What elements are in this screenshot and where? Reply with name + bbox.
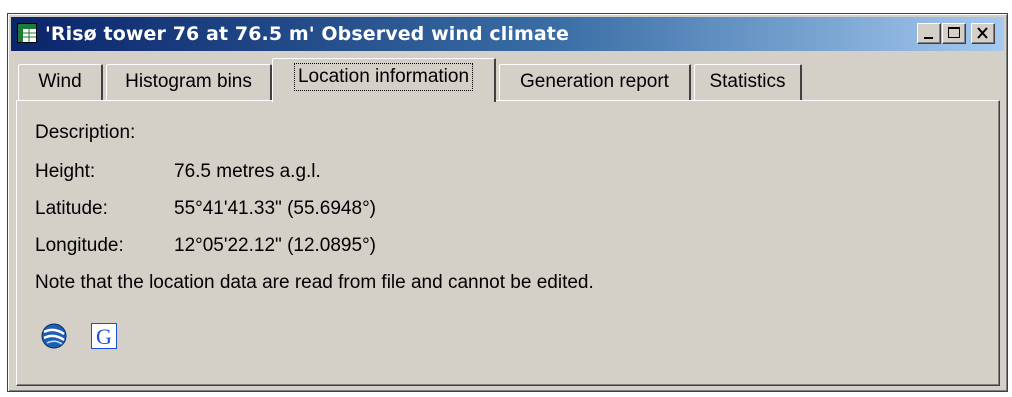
tab-location-information[interactable]: Location information xyxy=(272,58,496,102)
tab-wind[interactable]: Wind xyxy=(18,64,103,100)
latitude-value: 55°41'41.33" (55.6948°) xyxy=(174,198,376,219)
longitude-value: 12°05'22.12" (12.0895°) xyxy=(174,235,376,256)
description-label: Description: xyxy=(35,122,136,143)
minimize-button[interactable] xyxy=(917,23,941,44)
height-value: 76.5 metres a.g.l. xyxy=(174,161,321,182)
maximize-icon xyxy=(948,27,960,38)
google-maps-button[interactable]: G xyxy=(91,323,117,349)
tab-statistics[interactable]: Statistics xyxy=(694,64,802,100)
latitude-label: Latitude: xyxy=(35,198,108,219)
minimize-icon xyxy=(924,37,933,39)
table-icon[interactable] xyxy=(17,23,37,43)
google-earth-button[interactable] xyxy=(41,323,67,349)
maximize-button[interactable] xyxy=(942,23,966,44)
close-icon xyxy=(977,27,988,39)
height-label: Height: xyxy=(35,161,96,182)
observed-wind-climate-window: 'Risø tower 76 at 76.5 m' Observed wind … xyxy=(7,13,1008,392)
tab-histogram-bins[interactable]: Histogram bins xyxy=(106,64,272,100)
window-title: 'Risø tower 76 at 76.5 m' Observed wind … xyxy=(45,23,569,45)
tab-label: Generation report xyxy=(520,71,669,92)
google-g-glyph: G xyxy=(96,324,112,349)
title-bar[interactable]: 'Risø tower 76 at 76.5 m' Observed wind … xyxy=(11,17,1004,51)
read-only-note: Note that the location data are read fro… xyxy=(35,272,594,293)
longitude-label: Longitude: xyxy=(35,235,124,256)
tab-strip: Wind Histogram bins Location information… xyxy=(18,58,998,102)
tab-generation-report[interactable]: Generation report xyxy=(499,64,691,100)
tab-label: Histogram bins xyxy=(125,71,252,92)
tab-label: Statistics xyxy=(709,71,786,92)
google-earth-icon xyxy=(41,323,67,349)
close-button[interactable] xyxy=(971,23,995,44)
tab-label: Location information xyxy=(293,63,474,91)
google-maps-icon: G xyxy=(91,323,117,349)
tab-label: Wind xyxy=(38,71,82,92)
location-information-panel xyxy=(16,100,1000,386)
